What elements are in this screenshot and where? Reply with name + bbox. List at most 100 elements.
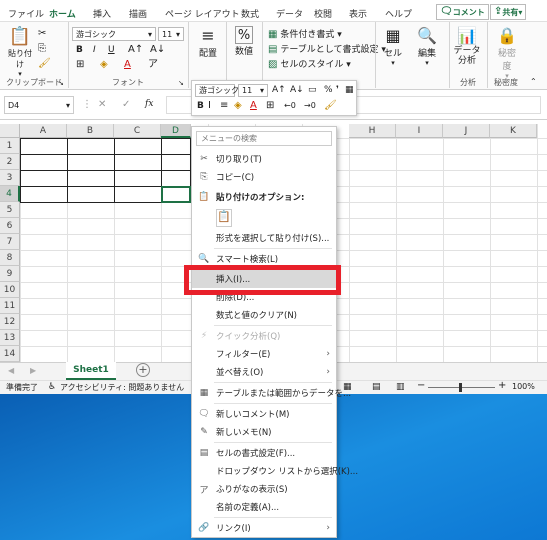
- font-grow-icon[interactable]: A↑: [272, 84, 286, 96]
- paste-button[interactable]: 📋 貼り付け ▾: [7, 26, 33, 78]
- selected-cell[interactable]: [161, 186, 191, 203]
- font-shrink-icon[interactable]: A↓: [290, 84, 304, 96]
- format-painter-icon[interactable]: 🖌: [324, 100, 337, 112]
- menu-item-clear-contents[interactable]: 数式と値のクリア(N): [192, 306, 336, 324]
- paste-option-icon[interactable]: 📋: [216, 209, 232, 227]
- name-box[interactable]: D4 ▾: [4, 96, 74, 114]
- column-header[interactable]: H: [349, 124, 396, 138]
- column-header[interactable]: A: [20, 124, 67, 138]
- font-size-select[interactable]: 11 ▾: [158, 27, 184, 41]
- accessibility-icon[interactable]: ♿: [48, 381, 56, 393]
- font-color-icon[interactable]: A: [250, 100, 257, 112]
- menu-item-dropdown-list[interactable]: ドロップダウン リストから選択(K)...: [192, 462, 358, 480]
- menu-item-paste-special[interactable]: 形式を選択して貼り付け(S)...: [192, 229, 336, 247]
- add-sheet-button[interactable]: +: [136, 363, 150, 377]
- menu-item-new-note[interactable]: ✎ 新しいメモ(N): [192, 423, 336, 441]
- cells-button[interactable]: ▦ セル ▾: [381, 26, 405, 67]
- next-sheet-icon[interactable]: ▶: [30, 365, 36, 377]
- align-icon[interactable]: ≡: [220, 100, 228, 112]
- dialog-launcher-icon[interactable]: ↘: [58, 77, 64, 89]
- prev-sheet-icon[interactable]: ◀: [8, 365, 14, 377]
- border-icon[interactable]: ⊞: [266, 100, 274, 112]
- share-button[interactable]: ⇪ 共有 ▾: [490, 4, 527, 20]
- tab-page-layout[interactable]: ページ レイアウト: [165, 7, 240, 20]
- sheet-tab[interactable]: Sheet1: [66, 362, 116, 380]
- italic-button[interactable]: I: [208, 100, 211, 112]
- cancel-icon[interactable]: ✕: [98, 99, 106, 111]
- percent-icon[interactable]: %: [324, 84, 333, 96]
- enter-icon[interactable]: ✓: [122, 99, 130, 111]
- column-header[interactable]: D: [161, 124, 191, 138]
- zoom-out-icon[interactable]: −: [417, 380, 425, 392]
- row-header[interactable]: 2: [0, 154, 20, 170]
- row-header[interactable]: 14: [0, 346, 20, 362]
- zoom-slider-thumb[interactable]: [459, 383, 462, 392]
- status-accessibility[interactable]: アクセシビリティ: 問題ありません: [60, 382, 184, 393]
- row-header[interactable]: 4: [0, 186, 20, 202]
- row-header[interactable]: 9: [0, 266, 20, 282]
- row-header[interactable]: 1: [0, 138, 20, 154]
- underline-button[interactable]: U: [108, 45, 115, 55]
- menu-item-new-comment[interactable]: 🗨 新しいコメント(M): [192, 405, 336, 423]
- page-layout-view-icon[interactable]: ▤: [372, 381, 381, 393]
- collapse-ribbon-icon[interactable]: ⌃: [530, 76, 537, 88]
- cut-icon[interactable]: ✂: [38, 28, 46, 40]
- number-format-icon[interactable]: ▭: [308, 84, 317, 96]
- bold-button[interactable]: B: [76, 45, 83, 55]
- row-header[interactable]: 6: [0, 218, 20, 234]
- sensitivity-button[interactable]: 🔒 秘密度 ▾: [494, 26, 520, 80]
- analyze-data-button[interactable]: 📊 データ 分析: [452, 26, 482, 66]
- menu-item-define-name[interactable]: 名前の定義(A)...: [192, 498, 336, 516]
- fill-color-icon[interactable]: ◈: [100, 59, 108, 71]
- menu-item-get-data[interactable]: ▦ テーブルまたは範囲からデータを...: [192, 384, 351, 402]
- page-break-view-icon[interactable]: ▥: [396, 381, 405, 393]
- tab-insert[interactable]: 挿入: [93, 7, 111, 20]
- column-header[interactable]: I: [396, 124, 443, 138]
- conditional-formatting-button[interactable]: ▦ 条件付き書式 ▾: [268, 27, 342, 41]
- dialog-launcher-icon[interactable]: ↘: [178, 77, 184, 89]
- row-header[interactable]: 3: [0, 170, 20, 186]
- column-header[interactable]: K: [490, 124, 537, 138]
- menu-item-sort[interactable]: 並べ替え(O) ›: [192, 363, 336, 381]
- number-format-button[interactable]: % 数値: [232, 26, 256, 57]
- editing-button[interactable]: 🔍 編集 ▾: [415, 26, 439, 67]
- row-header[interactable]: 7: [0, 234, 20, 250]
- decrease-decimal-icon[interactable]: →0: [304, 100, 316, 112]
- row-header[interactable]: 8: [0, 250, 20, 266]
- format-as-table-button[interactable]: ▤ テーブルとして書式設定 ▾: [268, 42, 386, 56]
- font-name-select[interactable]: 游ゴシック ▾: [72, 27, 156, 41]
- font-color-icon[interactable]: A: [124, 59, 131, 71]
- tab-draw[interactable]: 描画: [129, 7, 147, 20]
- tab-review[interactable]: 校閲: [314, 7, 332, 20]
- comma-icon[interactable]: ❜: [336, 84, 339, 96]
- row-header[interactable]: 12: [0, 314, 20, 330]
- cell-styles-button[interactable]: ▨ セルのスタイル ▾: [268, 57, 351, 71]
- tab-formulas[interactable]: 数式: [241, 7, 259, 20]
- menu-item-filter[interactable]: フィルター(E) ›: [192, 345, 336, 363]
- copy-icon[interactable]: ⎘: [38, 43, 46, 55]
- zoom-in-icon[interactable]: +: [498, 380, 506, 392]
- mini-size-select[interactable]: 11 ▾: [238, 84, 268, 97]
- menu-item-format-cells[interactable]: ▤ セルの書式設定(F)...: [192, 444, 336, 462]
- menu-item-show-furigana[interactable]: アふりがなの表示(S): [192, 480, 336, 498]
- cells-icon[interactable]: ▦: [345, 84, 354, 96]
- select-all-corner[interactable]: [0, 124, 20, 138]
- insert-function-icon[interactable]: fx: [145, 99, 153, 109]
- zoom-level[interactable]: 100%: [512, 382, 535, 391]
- increase-decimal-icon[interactable]: ←0: [284, 100, 296, 112]
- row-header[interactable]: 13: [0, 330, 20, 346]
- format-painter-icon[interactable]: 🖌: [38, 58, 51, 70]
- italic-button[interactable]: I: [93, 45, 96, 55]
- tab-view[interactable]: 表示: [349, 7, 367, 20]
- tab-data[interactable]: データ: [276, 7, 303, 20]
- fill-color-icon[interactable]: ◈: [234, 100, 242, 112]
- tab-help[interactable]: ヘルプ: [385, 7, 412, 20]
- tab-file[interactable]: ファイル: [8, 7, 44, 20]
- row-header[interactable]: 11: [0, 298, 20, 314]
- column-header[interactable]: C: [114, 124, 161, 138]
- row-header[interactable]: 5: [0, 202, 20, 218]
- row-header[interactable]: 10: [0, 282, 20, 298]
- border-icon[interactable]: ⊞: [76, 59, 84, 71]
- font-shrink-icon[interactable]: A↓: [150, 44, 165, 56]
- menu-search-input[interactable]: メニューの検索: [196, 131, 332, 146]
